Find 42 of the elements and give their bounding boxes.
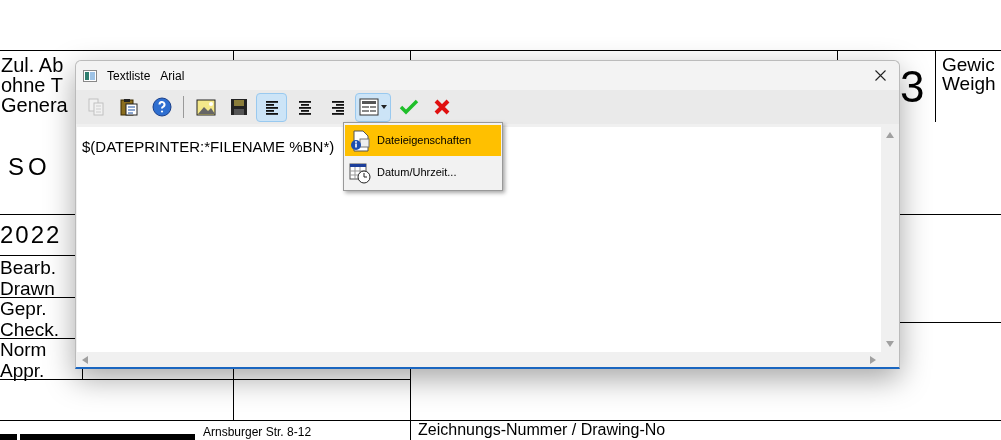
menu-item[interactable]: Dateieigenschaften <box>345 125 501 156</box>
tolerance-label: Genera <box>1 95 68 115</box>
role-label: Bearb. <box>0 258 56 277</box>
role-label: Drawn <box>0 278 55 298</box>
weight-label: Gewic <box>942 55 995 74</box>
menu-item[interactable]: Datum/Uhrzeit... <box>345 157 501 188</box>
scroll-down-icon <box>885 341 894 347</box>
insert-field-dropdown[interactable] <box>355 92 391 122</box>
scroll-left-icon <box>82 355 88 364</box>
standard-label: SO <box>8 155 51 179</box>
vertical-scrollbar[interactable] <box>881 127 898 352</box>
close-icon <box>432 98 451 116</box>
logo-bar <box>0 434 17 440</box>
scroll-right-icon <box>870 355 876 364</box>
tolerance-label: ohne T <box>1 75 63 95</box>
drawing-number-label: Zeichnungs-Nummer / Drawing-No <box>418 422 666 438</box>
sheet-number: 3 <box>900 65 925 109</box>
year-label: 2022 <box>0 223 62 247</box>
role-label: Gepr. <box>0 299 47 318</box>
document-info-icon <box>349 129 371 152</box>
editor-text: $(DATEPRINTER:*FILENAME %BN*) <box>82 138 335 155</box>
calendar-clock-icon <box>349 161 371 184</box>
caret-icon <box>381 105 387 109</box>
scroll-up-icon <box>885 132 894 138</box>
checkmark-icon <box>398 98 419 116</box>
role-label: Norm <box>0 340 47 359</box>
tolerance-label: Zul. Ab <box>1 55 64 75</box>
window-icon <box>83 69 97 82</box>
clipboard-icon <box>119 98 138 116</box>
copy-icon <box>86 98 105 116</box>
toolbar-button[interactable] <box>256 92 287 122</box>
window-title: Textliste <box>107 67 151 85</box>
close-icon <box>874 70 886 81</box>
weight-label: Weigh <box>942 74 996 93</box>
role-label: Appr. <box>0 360 45 380</box>
horizontal-scrollbar[interactable] <box>77 352 898 367</box>
help-icon <box>151 97 172 117</box>
font-name: Arial <box>160 67 185 85</box>
role-label: Check. <box>0 319 60 339</box>
address-text: Arnsburger Str. 8-12 <box>203 426 312 438</box>
text-block-icon <box>359 98 379 116</box>
picture-icon <box>195 98 216 116</box>
